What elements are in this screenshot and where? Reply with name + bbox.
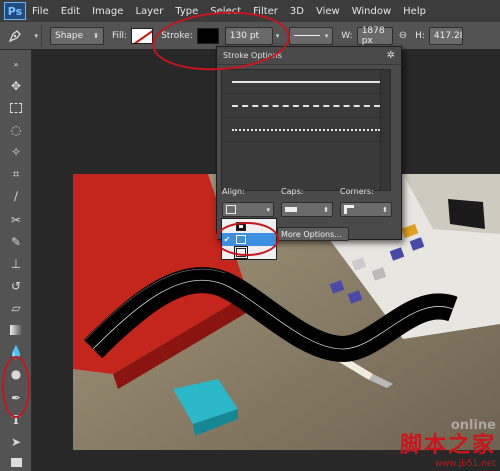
align-inside-icon	[226, 205, 236, 214]
lasso-tool-icon[interactable]: ◌	[5, 120, 27, 140]
stroke-style-list	[221, 69, 391, 191]
stroke-options-title: Stroke Options	[223, 51, 282, 60]
align-option-outside[interactable]	[222, 246, 276, 259]
tool-preset-picker[interactable]: ▾	[4, 24, 42, 47]
menu-image[interactable]: Image	[92, 6, 123, 17]
brush-tool-icon[interactable]: ✎	[5, 232, 27, 252]
stroke-label: Stroke:	[161, 30, 193, 41]
updown-arrows-icon: ⬍	[323, 205, 329, 214]
stroke-style-dotted[interactable]	[222, 118, 390, 142]
healing-brush-tool-icon[interactable]: ✂	[5, 210, 27, 230]
align-label: Align:	[222, 187, 245, 196]
magic-wand-tool-icon[interactable]: ✧	[5, 142, 27, 162]
move-tool-icon[interactable]: ✥	[5, 76, 27, 96]
align-option-center[interactable]: ✔	[222, 233, 276, 246]
eyedropper-tool-icon[interactable]: ∕	[5, 186, 27, 206]
chevron-down-icon: ▾	[266, 205, 270, 214]
caps-dropdown[interactable]: ⬍	[281, 202, 333, 217]
stroke-width-value: 130 pt	[229, 30, 260, 41]
menu-edit[interactable]: Edit	[61, 6, 80, 17]
watermark: online 脚本之家 www.jb51.net	[400, 418, 496, 469]
menu-file[interactable]: File	[32, 6, 49, 17]
height-value: 417.28	[433, 30, 463, 41]
align-center-option-icon	[236, 235, 246, 244]
history-brush-tool-icon[interactable]: ↺	[5, 276, 27, 296]
cap-butt-icon	[285, 207, 297, 212]
width-value: 1878 px	[361, 25, 385, 46]
fill-swatch[interactable]	[131, 27, 154, 44]
menu-layer[interactable]: Layer	[135, 6, 163, 17]
watermark-logo: online	[450, 418, 496, 433]
stroke-type-dropdown[interactable]: ▾	[289, 26, 334, 45]
checkmark-icon: ✔	[223, 235, 231, 244]
mode-dropdown-label: Shape	[55, 30, 84, 41]
height-label: H:	[415, 30, 425, 41]
rectangle-tool-icon[interactable]	[5, 452, 27, 471]
pen-tool-selected-icon[interactable]: ✒	[5, 388, 27, 408]
watermark-url: www.jb51.net	[434, 459, 496, 469]
menu-bar: Ps File Edit Image Layer Type Select Fil…	[0, 0, 500, 22]
type-tool-icon[interactable]: T	[5, 410, 27, 430]
stroke-style-empty	[222, 142, 390, 188]
eraser-tool-icon[interactable]: ▱	[5, 298, 27, 318]
dodge-tool-icon[interactable]: ●	[5, 364, 27, 384]
menu-help[interactable]: Help	[403, 6, 426, 17]
marquee-tool-icon[interactable]	[5, 98, 27, 118]
settings-gear-icon[interactable]: ✲	[387, 50, 395, 61]
menu-3d[interactable]: 3D	[290, 6, 304, 17]
caps-label: Caps:	[281, 187, 304, 196]
stroke-swatch[interactable]	[196, 27, 219, 44]
crop-tool-icon[interactable]: ⌗	[5, 164, 27, 184]
pen-tool-icon	[8, 29, 21, 42]
toolbox-collapse-icon[interactable]: »	[5, 54, 27, 74]
ps-logo: Ps	[4, 2, 26, 20]
stroke-type-line	[294, 35, 321, 36]
corners-dropdown[interactable]: ⬍	[340, 202, 392, 217]
align-option-inside[interactable]	[222, 220, 276, 233]
chevron-down-icon: ▾	[34, 31, 38, 40]
toolbox: » ✥ ◌ ✧ ⌗ ∕ ✂ ✎ ⊥ ↺ ▱ 💧 ● ✒ T ➤	[0, 50, 32, 471]
link-icon[interactable]: ⊖	[399, 30, 407, 41]
align-dropdown[interactable]: ▾	[222, 202, 274, 217]
stroke-options-panel: Stroke Options ✲ Align: Caps: Corners: ▾	[216, 46, 402, 241]
corners-label: Corners:	[340, 187, 374, 196]
solid-line-preview	[232, 81, 380, 83]
blur-tool-icon[interactable]: 💧	[5, 342, 27, 362]
fill-label: Fill:	[112, 30, 128, 41]
width-label: W:	[341, 30, 353, 41]
menu-window[interactable]: Window	[352, 6, 391, 17]
width-field[interactable]: 1878 px	[356, 25, 393, 46]
dotted-line-preview	[232, 129, 380, 131]
menu-filter[interactable]: Filter	[253, 6, 278, 17]
stroke-width-field[interactable]: 130 pt	[224, 26, 273, 45]
photoshop-window: Ps File Edit Image Layer Type Select Fil…	[0, 0, 500, 471]
stroke-options-header: Stroke Options ✲	[217, 47, 401, 65]
corner-miter-icon	[344, 205, 354, 214]
stroke-width-arrow-icon[interactable]: ▾	[276, 32, 280, 40]
stroke-style-solid[interactable]	[222, 70, 390, 94]
height-field[interactable]: 417.28	[428, 26, 463, 45]
updown-arrows-icon: ⬍	[93, 31, 99, 40]
align-outside-option-icon	[234, 246, 248, 259]
align-popup-menu: ✔	[221, 218, 277, 260]
dashed-line-preview	[232, 105, 380, 107]
clone-stamp-tool-icon[interactable]: ⊥	[5, 254, 27, 274]
menu-type[interactable]: Type	[175, 6, 198, 17]
menu-view[interactable]: View	[316, 6, 340, 17]
chevron-down-icon: ▾	[324, 31, 329, 40]
stroke-style-dashed[interactable]	[222, 94, 390, 118]
styles-scrollbar[interactable]	[380, 70, 390, 190]
mode-dropdown[interactable]: Shape ⬍	[50, 26, 104, 45]
updown-arrows-icon: ⬍	[382, 205, 388, 214]
align-inside-option-icon	[236, 222, 246, 231]
gradient-tool-icon[interactable]	[5, 320, 27, 340]
path-selection-tool-icon[interactable]: ➤	[5, 432, 27, 452]
more-options-button[interactable]: More Options...	[277, 227, 349, 241]
menu-select[interactable]: Select	[210, 6, 241, 17]
